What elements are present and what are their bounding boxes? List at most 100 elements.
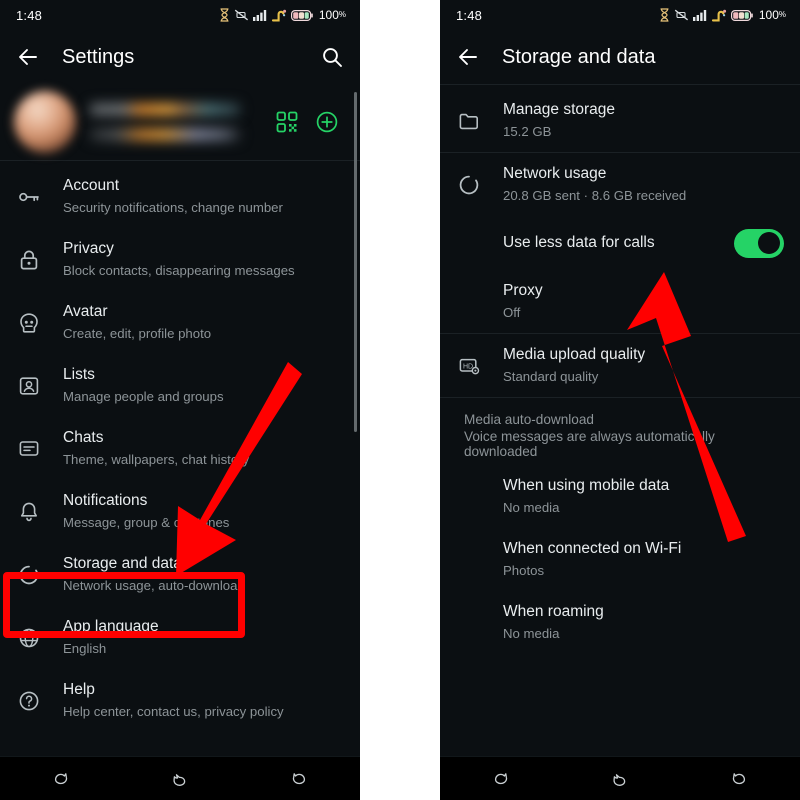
- row-text: Network usage 20.8 GB sent · 8.6 GB rece…: [503, 164, 686, 205]
- help-circle-icon: [16, 689, 42, 713]
- sidebar-item-chats[interactable]: Chats Theme, wallpapers, chat history: [0, 417, 360, 480]
- row-title: Account: [63, 177, 120, 194]
- row-title: Help: [63, 681, 95, 698]
- row-text: Chats Theme, wallpapers, chat history: [63, 428, 249, 469]
- folder-icon: [456, 109, 482, 133]
- key-icon: [16, 185, 42, 209]
- right-system-nav-bar: [440, 756, 800, 800]
- row-subtitle: Photos: [503, 563, 545, 578]
- settings-list: Account Security notifications, change n…: [0, 161, 360, 732]
- profile-row[interactable]: [0, 84, 360, 160]
- row-text: Help Help center, contact us, privacy po…: [63, 680, 284, 721]
- scrollbar[interactable]: [354, 92, 357, 432]
- screenshot-stage: 1:48 100% Settings Account Security noti…: [0, 0, 800, 800]
- contacts-card-icon: [16, 374, 42, 398]
- profile-actions: [276, 111, 346, 133]
- row-title: Notifications: [63, 492, 148, 509]
- row-subtitle: Help center, contact us, privacy policy: [63, 704, 284, 719]
- sidebar-item-privacy[interactable]: Privacy Block contacts, disappearing mes…: [0, 228, 360, 291]
- left-phone-screen: 1:48 100% Settings Account Security noti…: [0, 0, 360, 800]
- row-subtitle: Security notifications, change number: [63, 200, 283, 215]
- row-title: Network usage: [503, 165, 607, 182]
- storage-loop-icon: [16, 563, 42, 587]
- nav-back-duck-icon[interactable]: [47, 766, 73, 792]
- section-subtitle: Voice messages are always automatically …: [464, 429, 715, 459]
- hourglass-icon: [219, 8, 230, 22]
- storage-loop-icon: [456, 173, 482, 197]
- back-arrow-icon[interactable]: [456, 45, 480, 69]
- nav-home-duck-icon[interactable]: [167, 766, 193, 792]
- row-subtitle: 15.2 GB: [503, 124, 552, 139]
- row-subtitle: English: [63, 641, 107, 656]
- sidebar-item-help[interactable]: Help Help center, contact us, privacy po…: [0, 669, 360, 732]
- page-title: Settings: [62, 45, 135, 68]
- right-phone-screen: 1:48 100% Storage and data Manage storag…: [440, 0, 800, 800]
- nav-back-duck-icon[interactable]: [487, 766, 513, 792]
- row-text: Proxy Off: [503, 281, 543, 322]
- battery-percent: 100%: [318, 8, 346, 22]
- row-manage-storage[interactable]: Manage storage 15.2 GB: [440, 89, 800, 152]
- row-when-using-mobile-data[interactable]: When using mobile data No media: [440, 465, 800, 528]
- page-title: Storage and data: [502, 45, 656, 68]
- left-status-bar: 1:48 100%: [0, 0, 360, 30]
- right-app-bar: Storage and data: [440, 30, 800, 84]
- row-when-roaming[interactable]: When roaming No media: [440, 591, 800, 654]
- status-icons: 100%: [659, 8, 786, 22]
- lock-icon: [16, 248, 42, 272]
- sidebar-item-avatar[interactable]: Avatar Create, edit, profile photo: [0, 291, 360, 354]
- right-status-bar: 1:48 100%: [440, 0, 800, 30]
- section-title: Media auto-download: [464, 412, 594, 427]
- nav-home-duck-icon[interactable]: [607, 766, 633, 792]
- profile-name-blurred: [90, 103, 240, 116]
- row-title: Manage storage: [503, 101, 616, 118]
- use-less-data-toggle[interactable]: [734, 228, 784, 258]
- row-text: Account Security notifications, change n…: [63, 176, 283, 217]
- row-subtitle: Theme, wallpapers, chat history: [63, 452, 250, 467]
- search-icon[interactable]: [320, 45, 344, 69]
- row-text: App language English: [63, 617, 159, 658]
- row-network-usage[interactable]: Network usage 20.8 GB sent · 8.6 GB rece…: [440, 153, 800, 216]
- row-title: Avatar: [63, 303, 108, 320]
- sidebar-item-lists[interactable]: Lists Manage people and groups: [0, 354, 360, 417]
- row-subtitle: Standard quality: [503, 369, 599, 384]
- row-proxy[interactable]: Proxy Off: [440, 270, 800, 333]
- nav-recents-duck-icon[interactable]: [287, 766, 313, 792]
- row-subtitle: No media: [503, 500, 560, 515]
- row-subtitle: 20.8 GB sent · 8.6 GB received: [503, 188, 687, 203]
- row-title: Privacy: [63, 240, 114, 257]
- row-text: Use less data for calls: [503, 233, 655, 253]
- back-arrow-icon[interactable]: [16, 45, 40, 69]
- row-title: When using mobile data: [503, 477, 670, 494]
- avatar[interactable]: [14, 91, 76, 153]
- nav-recents-duck-icon[interactable]: [727, 766, 753, 792]
- row-text: Notifications Message, group & call tone…: [63, 491, 229, 532]
- row-use-less-data-for-calls[interactable]: Use less data for calls: [440, 216, 800, 270]
- battery-icon: [290, 9, 313, 21]
- row-subtitle: Off: [503, 305, 521, 320]
- row-title: Use less data for calls: [503, 234, 655, 251]
- row-media-upload-quality[interactable]: HD Media upload quality Standard quality: [440, 334, 800, 397]
- sidebar-item-notifications[interactable]: Notifications Message, group & call tone…: [0, 480, 360, 543]
- battery-percent: 100%: [758, 8, 786, 22]
- row-subtitle: Create, edit, profile photo: [63, 326, 212, 341]
- signal-bars-icon: [252, 9, 268, 21]
- left-system-nav-bar: [0, 756, 360, 800]
- sidebar-item-account[interactable]: Account Security notifications, change n…: [0, 165, 360, 228]
- row-subtitle: Block contacts, disappearing messages: [63, 263, 295, 278]
- row-text: Avatar Create, edit, profile photo: [63, 302, 211, 343]
- sidebar-item-storage-and-data[interactable]: Storage and data Network usage, auto-dow…: [0, 543, 360, 606]
- sidebar-item-app-language[interactable]: App language English: [0, 606, 360, 669]
- row-when-connected-on-wifi[interactable]: When connected on Wi-Fi Photos: [440, 528, 800, 591]
- row-title: Chats: [63, 429, 104, 446]
- toggle-knob: [758, 232, 780, 254]
- add-circle-icon[interactable]: [316, 111, 338, 133]
- svg-text:HD: HD: [463, 363, 473, 370]
- row-text: Lists Manage people and groups: [63, 365, 224, 406]
- signal-bars-icon: [692, 9, 708, 21]
- row-subtitle: Message, group & call tones: [63, 515, 230, 530]
- qr-code-icon[interactable]: [276, 111, 298, 133]
- row-text: Storage and data Network usage, auto-dow…: [63, 554, 245, 595]
- row-text: Media upload quality Standard quality: [503, 345, 645, 386]
- vibrate-off-icon: [234, 8, 249, 22]
- signal-alt-icon: [711, 9, 727, 22]
